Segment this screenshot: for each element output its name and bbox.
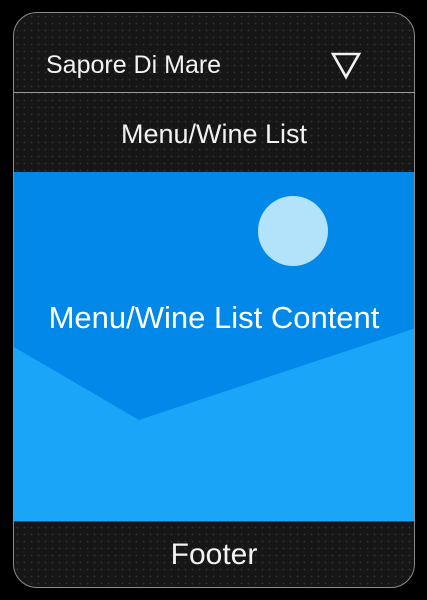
restaurant-name: Sapore Di Mare [46, 51, 222, 79]
menu-content-area[interactable]: Menu/Wine List Content [14, 172, 414, 522]
content-placeholder-label: Menu/Wine List Content [48, 300, 380, 335]
header: Sapore Di Mare [14, 13, 414, 93]
triangle-down-icon [330, 52, 362, 80]
footer-label: Footer [170, 538, 258, 571]
section-title: Menu/Wine List [120, 119, 308, 149]
app-frame: Sapore Di Mare Menu/Wine List Menu/Wine … [13, 12, 415, 588]
footer: Footer [14, 521, 414, 587]
image-placeholder-icon [14, 172, 414, 522]
dropdown-toggle-button[interactable] [328, 49, 364, 85]
section-header: Menu/Wine List [14, 95, 414, 171]
